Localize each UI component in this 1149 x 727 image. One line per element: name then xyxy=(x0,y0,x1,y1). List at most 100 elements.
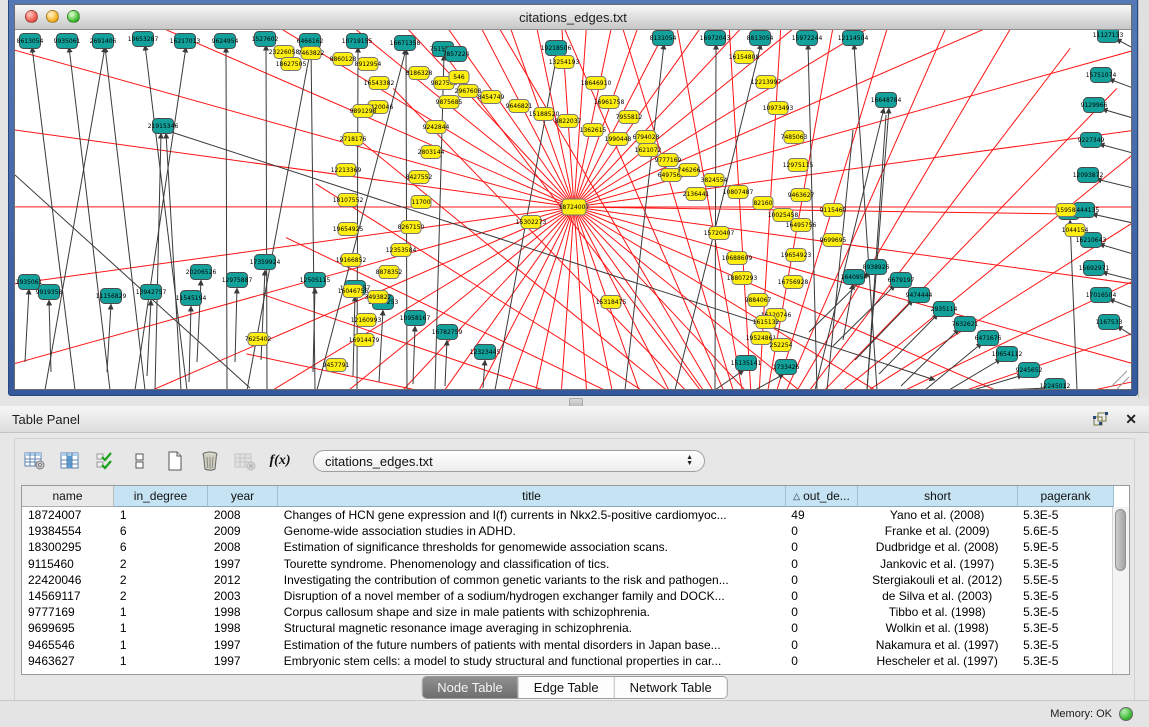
table-row[interactable]: 1872400712008Changes of HCN gene express… xyxy=(22,507,1113,523)
zoom-window-icon[interactable] xyxy=(67,10,80,23)
cell-name[interactable]: 22420046 xyxy=(22,573,114,587)
graph-node[interactable]: 17359924 xyxy=(250,255,281,270)
graph-node[interactable]: 252254 xyxy=(770,339,793,352)
graph-node[interactable]: 10807487 xyxy=(723,186,754,199)
graph-node[interactable]: 7625402 xyxy=(245,333,272,346)
graph-node[interactable]: 16154808 xyxy=(729,51,760,64)
cell-in_degree[interactable]: 1 xyxy=(114,654,208,668)
graph-node[interactable]: 6679197 xyxy=(888,273,915,288)
column-header-title[interactable]: title xyxy=(278,486,786,507)
graph-node[interactable]: 6471676 xyxy=(975,331,1002,346)
graph-node[interactable]: 10973493 xyxy=(763,102,794,115)
cell-pagerank[interactable]: 5.3E-5 xyxy=(1017,621,1113,635)
graph-node[interactable]: 9245652 xyxy=(1016,363,1043,378)
graph-node[interactable]: 8878352 xyxy=(376,266,403,279)
cell-out_degree[interactable]: 0 xyxy=(785,654,857,668)
graph-node[interactable]: 8454749 xyxy=(478,91,505,104)
cell-short[interactable]: de Silva et al. (2003) xyxy=(857,589,1017,603)
graph-node[interactable]: 3493822 xyxy=(365,291,392,304)
float-panel-icon[interactable] xyxy=(1093,412,1109,426)
graph-node[interactable]: 3824554 xyxy=(701,174,728,187)
graph-node[interactable]: 9227349 xyxy=(1078,133,1105,148)
table-selector-dropdown[interactable]: citations_edges.txt ▲▼ xyxy=(313,450,705,472)
graph-node[interactable]: 2136441 xyxy=(683,188,710,201)
graph-node[interactable]: 6794028 xyxy=(633,131,660,144)
graph-node[interactable]: 13254193 xyxy=(549,56,580,69)
graph-node[interactable]: 2718176 xyxy=(340,133,367,146)
graph-node[interactable]: 12160993 xyxy=(351,314,382,327)
graph-node[interactable]: 10653287 xyxy=(128,32,159,47)
graph-node[interactable]: 8912954 xyxy=(355,58,382,71)
cell-pagerank[interactable]: 5.3E-5 xyxy=(1017,638,1113,652)
graph-node[interactable]: 15958 xyxy=(1056,204,1076,217)
graph-node[interactable]: 18646910 xyxy=(581,77,612,90)
graph-node[interactable]: 11545194 xyxy=(176,291,207,306)
graph-node[interactable]: 9891298 xyxy=(350,105,377,118)
graph-node[interactable]: 11700 xyxy=(411,196,431,209)
cell-pagerank[interactable]: 5.3E-5 xyxy=(1017,508,1113,522)
close-panel-icon[interactable]: ✕ xyxy=(1125,412,1137,426)
cell-name[interactable]: 14569117 xyxy=(22,589,114,603)
table-row[interactable]: 969969511998Structural magnetic resonanc… xyxy=(22,620,1113,636)
cell-year[interactable]: 1998 xyxy=(208,621,278,635)
cell-name[interactable]: 9699695 xyxy=(22,621,114,635)
graph-node[interactable]: 9115460 xyxy=(820,204,847,217)
cell-out_degree[interactable]: 49 xyxy=(785,508,857,522)
cell-short[interactable]: Wolkin et al. (1998) xyxy=(857,621,1017,635)
row-select-check-icon[interactable] xyxy=(91,447,119,475)
table-row[interactable]: 2242004622012Investigating the contribut… xyxy=(22,572,1113,588)
new-table-icon[interactable] xyxy=(161,447,189,475)
graph-node[interactable]: 13942757 xyxy=(136,285,167,300)
graph-node[interactable]: 15972244 xyxy=(792,31,823,46)
cell-in_degree[interactable]: 1 xyxy=(114,605,208,619)
graph-node[interactable]: 19654925 xyxy=(333,223,364,236)
cell-out_degree[interactable]: 0 xyxy=(785,621,857,635)
cell-short[interactable]: Jankovic et al. (1997) xyxy=(857,557,1017,571)
graph-node[interactable]: 8938926 xyxy=(863,260,890,275)
cell-year[interactable]: 2009 xyxy=(208,524,278,538)
graph-node[interactable]: 7463822 xyxy=(298,47,325,60)
graph-node[interactable]: 20206526 xyxy=(186,265,217,280)
graph-node[interactable]: 7857224 xyxy=(443,47,470,62)
cell-in_degree[interactable]: 2 xyxy=(114,557,208,571)
graph-node[interactable]: 8131054 xyxy=(650,31,677,46)
cell-year[interactable]: 2008 xyxy=(208,540,278,554)
graph-node[interactable]: 1615132 xyxy=(753,316,780,329)
table-row[interactable]: 977716911998Corpus callosum shape and si… xyxy=(22,604,1113,620)
graph-node[interactable]: 746266 xyxy=(678,164,701,177)
cell-short[interactable]: Franke et al. (2009) xyxy=(857,524,1017,538)
cell-pagerank[interactable]: 5.6E-5 xyxy=(1017,524,1113,538)
graph-node[interactable]: 12093872 xyxy=(1073,168,1104,183)
cell-in_degree[interactable]: 2 xyxy=(114,589,208,603)
cell-pagerank[interactable]: 5.3E-5 xyxy=(1017,654,1113,668)
cell-name[interactable]: 9463627 xyxy=(22,654,114,668)
cell-title[interactable]: Disruption of a novel member of a sodium… xyxy=(278,589,786,603)
cell-title[interactable]: Embryonic stem cells: a model to study s… xyxy=(278,654,786,668)
rows-icon[interactable] xyxy=(126,447,154,475)
cell-short[interactable]: Hescheler et al. (1997) xyxy=(857,654,1017,668)
cell-name[interactable]: 19384554 xyxy=(22,524,114,538)
cell-in_degree[interactable]: 6 xyxy=(114,524,208,538)
graph-node[interactable]: 15692971 xyxy=(1079,261,1110,276)
graph-node[interactable]: 1990448 xyxy=(605,133,632,146)
graph-node[interactable]: 9919358 xyxy=(36,285,63,300)
graph-node[interactable]: 9242844 xyxy=(423,121,450,134)
graph-node[interactable]: 16972043 xyxy=(700,31,731,46)
tab-network-table[interactable]: Network Table xyxy=(614,677,727,698)
graph-node[interactable]: 16217013 xyxy=(170,34,201,49)
graph-node[interactable]: 8267150 xyxy=(398,221,425,234)
graph-node[interactable]: 82160 xyxy=(753,197,773,210)
graph-node[interactable]: 15318475 xyxy=(596,296,627,309)
table-row[interactable]: 1938455462009Genome-wide association stu… xyxy=(22,523,1113,539)
graph-node[interactable]: 8860128 xyxy=(330,53,357,66)
graph-node[interactable]: 9457791 xyxy=(323,359,350,372)
graph-node[interactable]: 9699695 xyxy=(820,234,847,247)
graph-node[interactable]: 10958167 xyxy=(400,311,431,326)
cell-out_degree[interactable]: 0 xyxy=(785,638,857,652)
graph-node[interactable]: 2691406 xyxy=(90,34,117,49)
column-header-in_degree[interactable]: in_degree xyxy=(114,486,208,507)
graph-node[interactable]: 9884067 xyxy=(745,294,772,307)
graph-node[interactable]: 16648784 xyxy=(871,93,902,108)
cell-title[interactable]: Tourette syndrome. Phenomenology and cla… xyxy=(278,557,786,571)
graph-node[interactable]: 1044154 xyxy=(1062,224,1089,237)
